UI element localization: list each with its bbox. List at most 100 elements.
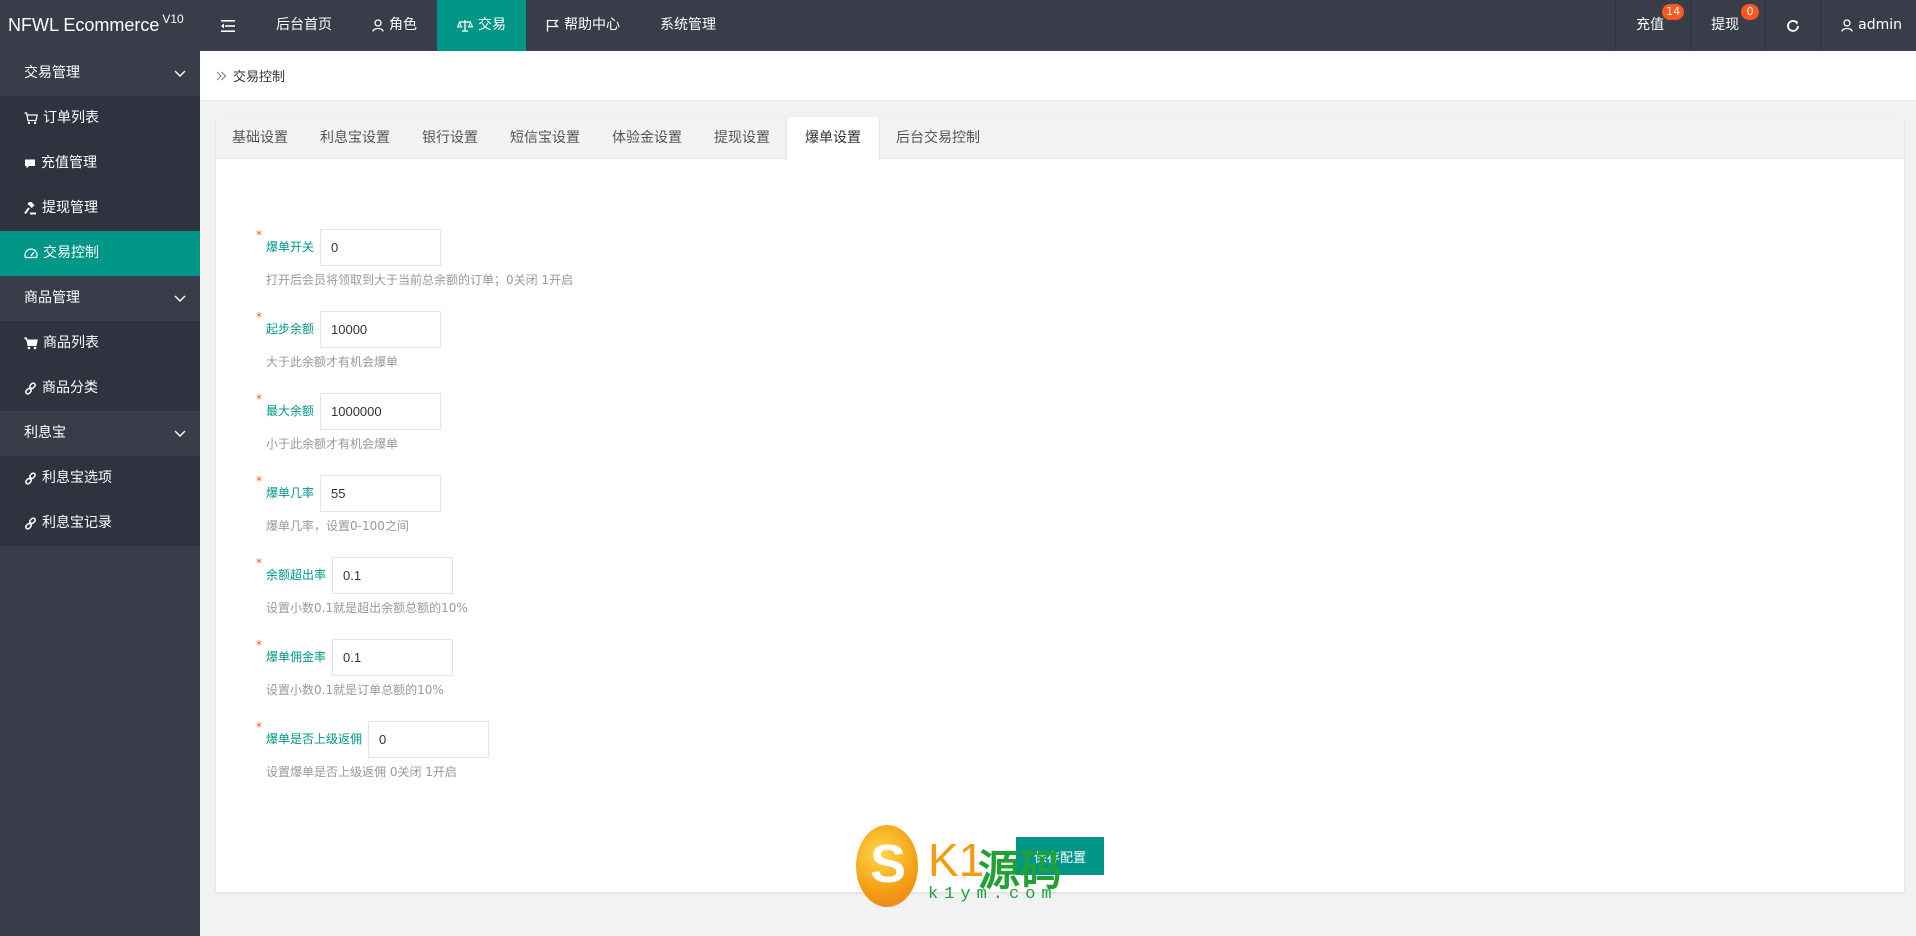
link-icon bbox=[24, 382, 37, 395]
sidebar-group-label: 交易管理 bbox=[24, 65, 80, 81]
double-chevron-right-icon bbox=[216, 71, 227, 81]
withdraw-label: 提现 bbox=[1711, 17, 1740, 33]
comment-icon bbox=[24, 158, 36, 170]
tab-bank[interactable]: 银行设置 bbox=[406, 117, 494, 159]
tab-backend-trade-control[interactable]: 后台交易控制 bbox=[880, 117, 996, 159]
tab-withdraw[interactable]: 提现设置 bbox=[698, 117, 786, 159]
field-label: 最大余额 bbox=[266, 404, 315, 418]
required-mark: * bbox=[256, 720, 262, 734]
user-menu[interactable]: admin bbox=[1820, 0, 1916, 51]
nav-home[interactable]: 后台首页 bbox=[256, 0, 352, 51]
upline-rebate-input[interactable] bbox=[368, 721, 489, 758]
watermark-brand: K1 bbox=[928, 834, 985, 886]
cart-outline-icon bbox=[24, 112, 38, 125]
top-nav: 后台首页 角色 交易 帮助中心 系统管理 bbox=[200, 0, 736, 51]
balance-excess-rate-input[interactable] bbox=[332, 557, 453, 594]
sidebar-toggle-button[interactable] bbox=[200, 0, 256, 51]
nav-role[interactable]: 角色 bbox=[352, 0, 437, 51]
nav-system[interactable]: 系统管理 bbox=[640, 0, 736, 51]
sidebar-item-orders[interactable]: 订单列表 bbox=[0, 96, 200, 141]
sidebar-item-recharge[interactable]: 充值管理 bbox=[0, 141, 200, 186]
sidebar-group-label: 商品管理 bbox=[24, 290, 80, 306]
sidebar-item-label: 商品列表 bbox=[43, 335, 99, 351]
recharge-label: 充值 bbox=[1636, 17, 1665, 33]
field-label: 爆单佣金率 bbox=[266, 650, 327, 664]
tab-bar: 基础设置 利息宝设置 银行设置 短信宝设置 体验金设置 提现设置 爆单设置 后台… bbox=[216, 117, 1904, 160]
chevron-down-icon bbox=[174, 411, 186, 456]
sidebar-item-goods-list[interactable]: 商品列表 bbox=[0, 321, 200, 366]
tab-burst-order[interactable]: 爆单设置 bbox=[786, 117, 880, 160]
sidebar: 交易管理 订单列表 充值管理 提现管理 交易控制 商品管理 商品列表 商品分类 … bbox=[0, 51, 200, 936]
nav-help-label: 帮助中心 bbox=[564, 17, 620, 33]
refresh-icon bbox=[1786, 19, 1800, 33]
sidebar-group-interest[interactable]: 利息宝 bbox=[0, 411, 200, 456]
min-balance-input[interactable] bbox=[320, 311, 441, 348]
required-mark: * bbox=[256, 228, 262, 242]
burst-probability-input[interactable] bbox=[320, 475, 441, 512]
sidebar-item-label: 提现管理 bbox=[42, 200, 98, 216]
recharge-button[interactable]: 充值 14 bbox=[1615, 0, 1690, 51]
nav-system-label: 系统管理 bbox=[660, 17, 716, 33]
withdraw-badge: 0 bbox=[1741, 4, 1760, 20]
nav-trade[interactable]: 交易 bbox=[437, 0, 526, 51]
sidebar-item-interest-records[interactable]: 利息宝记录 bbox=[0, 501, 200, 546]
app-title: NFWL Ecommerce bbox=[8, 15, 160, 35]
refresh-button[interactable] bbox=[1765, 0, 1820, 51]
sidebar-item-label: 利息宝记录 bbox=[42, 515, 112, 531]
menu-toggle-icon bbox=[221, 19, 235, 32]
sidebar-item-label: 利息宝选项 bbox=[42, 470, 112, 486]
scale-icon bbox=[457, 19, 473, 32]
nav-home-label: 后台首页 bbox=[276, 17, 332, 33]
field-hint: 大于此余额才有机会爆单 bbox=[266, 355, 399, 369]
breadcrumb-current[interactable]: 交易控制 bbox=[233, 66, 285, 85]
user-icon bbox=[1841, 19, 1853, 32]
required-mark: * bbox=[256, 556, 262, 570]
sidebar-item-goods-category[interactable]: 商品分类 bbox=[0, 366, 200, 411]
field-hint: 设置小数0.1就是超出余额总额的10% bbox=[266, 601, 468, 615]
tab-trial-fund[interactable]: 体验金设置 bbox=[596, 117, 698, 159]
tab-sms[interactable]: 短信宝设置 bbox=[494, 117, 596, 159]
sidebar-item-interest-options[interactable]: 利息宝选项 bbox=[0, 456, 200, 501]
field-hint: 设置小数0.1就是订单总额的10% bbox=[266, 683, 444, 697]
gavel-icon bbox=[24, 202, 37, 215]
field-hint: 设置爆单是否上级返佣 0关闭 1开启 bbox=[266, 765, 457, 779]
withdraw-button[interactable]: 提现 0 bbox=[1690, 0, 1765, 51]
field-label: 爆单开关 bbox=[266, 240, 315, 254]
sidebar-group-goods[interactable]: 商品管理 bbox=[0, 276, 200, 321]
nav-help[interactable]: 帮助中心 bbox=[526, 0, 640, 51]
required-mark: * bbox=[256, 310, 262, 324]
watermark-logo: S K1 源码 k1ym.com bbox=[856, 825, 1076, 907]
max-balance-input[interactable] bbox=[320, 393, 441, 430]
app-version: V10 bbox=[162, 12, 184, 26]
settings-panel: 基础设置 利息宝设置 银行设置 短信宝设置 体验金设置 提现设置 爆单设置 后台… bbox=[216, 117, 1904, 892]
sidebar-item-trade-control[interactable]: 交易控制 bbox=[0, 231, 200, 276]
cart-icon bbox=[24, 337, 38, 350]
link-icon bbox=[24, 472, 37, 485]
required-mark: * bbox=[256, 638, 262, 652]
top-nav-right: 充值 14 提现 0 admin bbox=[1615, 0, 1916, 51]
sidebar-group-label: 利息宝 bbox=[24, 425, 66, 441]
user-name: admin bbox=[1858, 17, 1902, 33]
watermark-url: k1ym.com bbox=[928, 885, 1058, 904]
sidebar-item-label: 订单列表 bbox=[43, 110, 99, 126]
tab-basic[interactable]: 基础设置 bbox=[216, 117, 304, 159]
burst-commission-rate-input[interactable] bbox=[332, 639, 453, 676]
burst-switch-input[interactable] bbox=[320, 229, 441, 266]
nav-role-label: 角色 bbox=[389, 17, 417, 33]
tab-interest[interactable]: 利息宝设置 bbox=[304, 117, 406, 159]
sidebar-item-label: 商品分类 bbox=[42, 380, 98, 396]
required-mark: * bbox=[256, 392, 262, 406]
field-label: 起步余额 bbox=[266, 322, 315, 336]
app-logo[interactable]: NFWL Ecommerce V10 bbox=[0, 0, 200, 51]
field-label: 爆单几率 bbox=[266, 486, 315, 500]
field-label: 爆单是否上级返佣 bbox=[266, 732, 363, 746]
sidebar-item-withdraw[interactable]: 提现管理 bbox=[0, 186, 200, 231]
field-hint: 打开后会员将领取到大于当前总余额的订单；0关闭 1开启 bbox=[266, 273, 574, 287]
breadcrumb: 交易控制 bbox=[200, 51, 1916, 101]
watermark-letter: S bbox=[870, 834, 907, 894]
sidebar-item-label: 交易控制 bbox=[43, 245, 99, 261]
sidebar-group-trade[interactable]: 交易管理 bbox=[0, 51, 200, 96]
link-icon bbox=[24, 517, 37, 530]
flag-icon bbox=[546, 19, 559, 32]
field-hint: 小于此余额才有机会爆单 bbox=[266, 437, 399, 451]
